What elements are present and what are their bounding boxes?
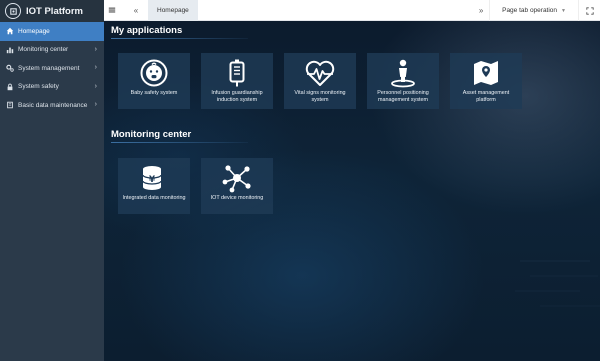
map-pin-icon	[450, 56, 522, 90]
monitor-card-integrated-data[interactable]: ¥ Integrated data monitoring	[118, 158, 190, 214]
sidebar-item-label: System management	[18, 64, 80, 72]
logo: IOT Platform	[0, 0, 104, 22]
tab-label: Homepage	[157, 6, 189, 14]
top-bar: « Homepage » Page tab operation ▼	[104, 0, 600, 21]
network-nodes-icon	[201, 161, 273, 195]
section-title-monitoring-center: Monitoring center	[111, 129, 192, 140]
section-title-my-applications: My applications	[111, 25, 183, 36]
heartbeat-icon	[284, 56, 356, 90]
monitor-card-label: IOT device monitoring	[210, 195, 264, 201]
tab-scroll-left-button[interactable]: «	[128, 0, 144, 21]
app-card-infusion-guardianship[interactable]: Infusion guardianship induction system	[201, 53, 273, 109]
app-title: IOT Platform	[26, 5, 84, 17]
sidebar-item-monitoring-center[interactable]: Monitoring center ›	[0, 41, 104, 60]
app-card-label: Personnel positioning management system	[377, 90, 429, 103]
book-icon	[6, 101, 14, 109]
infusion-bag-icon	[201, 56, 273, 90]
app-card-baby-safety[interactable]: Baby safety system	[118, 53, 190, 109]
section-divider	[111, 142, 248, 143]
bar-chart-icon	[6, 46, 14, 54]
tab-homepage[interactable]: Homepage	[148, 0, 198, 21]
app-card-label: Infusion guardianship induction system	[211, 90, 263, 103]
monitor-card-label: Integrated data monitoring	[122, 195, 186, 201]
double-chevron-left-icon: «	[133, 5, 139, 15]
chevron-right-icon: ›	[94, 101, 97, 108]
page-tab-operation-dropdown[interactable]: Page tab operation ▼	[489, 0, 578, 21]
double-chevron-right-icon: »	[478, 6, 484, 15]
app-card-vital-signs[interactable]: Vital signs monitoring system	[284, 53, 356, 109]
menu-toggle-button[interactable]	[104, 0, 120, 21]
chevron-right-icon: ›	[94, 64, 97, 71]
sidebar-item-system-safety[interactable]: System safety ›	[0, 78, 104, 97]
monitor-card-iot-device[interactable]: IOT device monitoring	[201, 158, 273, 214]
svg-text:¥: ¥	[149, 175, 156, 185]
logo-icon	[5, 3, 21, 19]
sidebar-item-system-management[interactable]: System management ›	[0, 59, 104, 78]
caret-down-icon: ▼	[561, 7, 566, 14]
sidebar-item-label: System safety	[18, 83, 59, 91]
app-card-label: Vital signs monitoring system	[294, 90, 346, 103]
chevron-right-icon: ›	[94, 45, 97, 53]
app-card-label: Asset management platform	[462, 90, 510, 103]
main-content: My applications Baby safety system Infus…	[104, 21, 600, 361]
sidebar-item-homepage[interactable]: Homepage	[0, 22, 104, 41]
section-divider	[111, 38, 248, 39]
sidebar-item-label: Basic data maintenance	[18, 101, 88, 109]
sidebar-item-basic-data-maintenance[interactable]: Basic data maintenance ›	[0, 96, 104, 115]
background-decoration	[515, 260, 600, 307]
lock-icon	[6, 83, 14, 91]
sidebar-item-label: Homepage	[18, 27, 50, 35]
baby-icon	[118, 56, 190, 90]
yen-coins-icon: ¥	[118, 161, 190, 195]
chevron-right-icon: ›	[94, 82, 97, 90]
sidebar-item-label: Monitoring center	[18, 46, 69, 54]
gears-icon	[6, 64, 14, 72]
person-location-icon	[367, 56, 439, 90]
sidebar: IOT Platform Homepage Monitoring center …	[0, 0, 104, 361]
tab-scroll-right-button[interactable]: »	[473, 0, 489, 21]
app-card-label: Baby safety system	[130, 90, 178, 96]
app-card-personnel-positioning[interactable]: Personnel positioning management system	[367, 53, 439, 109]
hamburger-icon	[108, 7, 116, 13]
home-icon	[6, 27, 14, 35]
page-tab-operation-label: Page tab operation	[502, 7, 558, 14]
fullscreen-icon	[585, 6, 594, 15]
app-card-asset-management[interactable]: Asset management platform	[450, 53, 522, 109]
fullscreen-button[interactable]	[578, 0, 600, 21]
